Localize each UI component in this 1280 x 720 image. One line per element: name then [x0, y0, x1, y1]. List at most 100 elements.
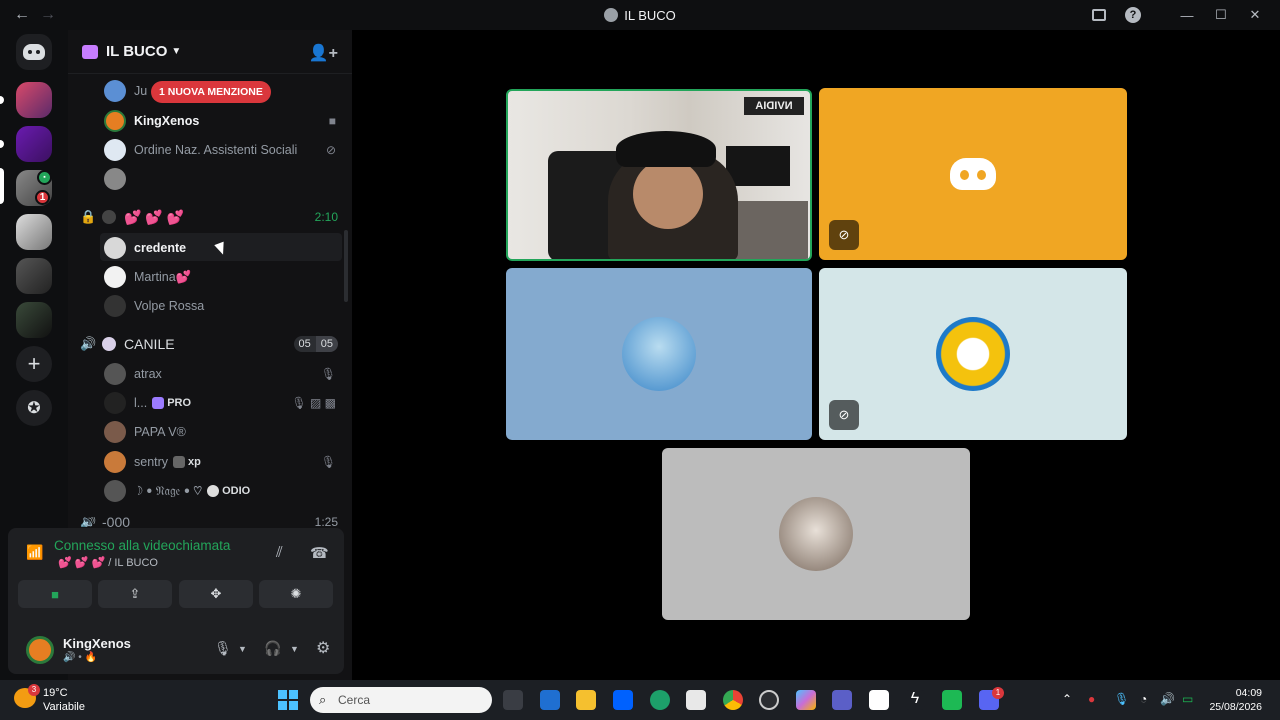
store-icon[interactable]	[686, 690, 706, 710]
system-clock[interactable]: 04:09 25/08/2026	[1209, 686, 1262, 714]
user-limit: 05 05	[293, 336, 338, 352]
server-icon-5[interactable]	[16, 258, 52, 294]
dropbox-icon[interactable]	[613, 690, 633, 710]
noise-suppression-icon[interactable]: ⫽	[276, 544, 283, 561]
camera-icon: ■	[51, 586, 59, 602]
mic-muted-icon: ⊘	[325, 143, 336, 157]
mention-badge: 1	[35, 190, 50, 205]
mic-muted-icon: ⊘	[829, 400, 859, 430]
avatar	[104, 139, 126, 161]
server-icon-4[interactable]	[16, 214, 52, 250]
obs-icon[interactable]	[759, 690, 779, 710]
video-tile-girl[interactable]	[662, 448, 970, 620]
taskbar-search[interactable]: ⌕ Cerca	[310, 687, 492, 713]
add-server-button[interactable]: +	[16, 346, 52, 382]
member-ordine[interactable]: Ordine Naz. Assistenti Sociali ⊘	[104, 137, 344, 163]
teams-icon[interactable]	[832, 690, 852, 710]
minimize-button[interactable]: —	[1170, 5, 1204, 25]
member-atrax[interactable]: atrax 🎙	[104, 361, 344, 387]
gear-icon[interactable]: ⚙	[316, 638, 330, 658]
connection-signal-icon[interactable]: 📶	[26, 544, 43, 561]
clan-tag-icon	[173, 456, 186, 468]
connection-channel[interactable]: 💕 💕 💕 / IL BUCO	[58, 556, 158, 569]
video-tile-assistenti[interactable]: ⊘	[819, 268, 1127, 440]
lock-icon: 🔒	[80, 209, 97, 224]
camera-button[interactable]: ■	[18, 580, 92, 608]
mic-tray-icon[interactable]: 🎙	[1114, 692, 1129, 706]
window-titlebar: ← → IL BUCO ? — ☐ ✕	[0, 0, 1280, 30]
headphones-icon[interactable]: 🎧	[264, 640, 281, 657]
invite-icon[interactable]: 👤+	[309, 43, 338, 63]
activities-button[interactable]: ✥	[179, 580, 253, 608]
voice-channel-next[interactable]: 🔊 -000 1:25	[80, 517, 338, 527]
member-l[interactable]: l... PRO 🎙 ▨ ▩	[104, 390, 344, 416]
user-avatar[interactable]	[26, 636, 54, 664]
chevron-down-icon[interactable]: ▼	[238, 644, 247, 654]
soundboard-button[interactable]: ✺	[259, 580, 333, 608]
server-header[interactable]: IL BUCO ▼ 👤+	[68, 30, 352, 74]
amazon-icon[interactable]	[869, 690, 889, 710]
inbox-button[interactable]	[1082, 5, 1116, 25]
chevron-down-icon: ▼	[171, 46, 182, 57]
member-kingxenos[interactable]: KingXenos ■	[104, 108, 344, 134]
new-mention-banner[interactable]: 1 NUOVA MENZIONE	[151, 81, 271, 103]
weather-badge: 3	[28, 684, 40, 696]
plus-icon: +	[27, 351, 41, 376]
disconnect-icon[interactable]: ☎	[310, 544, 329, 562]
help-button[interactable]: ?	[1116, 5, 1150, 25]
discord-notification-badge: 1	[992, 687, 1004, 699]
maximize-button[interactable]: ☐	[1204, 5, 1238, 25]
start-button[interactable]	[278, 690, 298, 710]
close-button[interactable]: ✕	[1238, 5, 1272, 25]
clan-tag: ODIO	[207, 485, 250, 497]
member-ju[interactable]: Ju	[104, 78, 147, 104]
avatar	[779, 497, 853, 571]
member-martina[interactable]: Martina💕	[104, 264, 191, 290]
channel-name: CANILE	[124, 336, 175, 352]
home-button[interactable]	[16, 34, 52, 70]
server-icon-2[interactable]	[16, 126, 52, 162]
server-icon-6[interactable]	[16, 302, 52, 338]
member-sentry[interactable]: sentry xp 🎙	[104, 449, 344, 475]
bolt-icon[interactable]: ϟ	[905, 690, 925, 710]
member-volpe-rossa[interactable]: Volpe Rossa	[104, 293, 204, 319]
voice-channel-hearts[interactable]: 🔒 💕 💕 💕 2:10	[80, 205, 338, 229]
server-icon	[604, 8, 619, 22]
avatar	[104, 110, 126, 132]
user-name[interactable]: KingXenos	[63, 636, 131, 651]
chevron-up-icon[interactable]: ⌃	[1062, 692, 1072, 706]
file-explorer-icon[interactable]	[576, 690, 596, 710]
member-papa-v[interactable]: PAPA V®	[104, 419, 186, 445]
chevron-down-icon[interactable]: ▼	[290, 644, 299, 654]
sidebar-scrollbar[interactable]	[344, 230, 348, 302]
avatar	[104, 480, 126, 502]
mail-icon[interactable]	[540, 690, 560, 710]
help-icon: ?	[1125, 7, 1141, 23]
member-credente[interactable]: credente	[104, 235, 186, 261]
explore-button[interactable]: ✪	[16, 390, 52, 426]
volume-icon[interactable]: 🔊	[1160, 692, 1175, 706]
windows-taskbar: 3 19°C Variabile ⌕ Cerca ϟ ⌃ ● 🎙 ◔ 🔊 ▭ 04…	[0, 680, 1280, 720]
microphone-icon[interactable]: 🎙	[214, 640, 232, 657]
unread-pill	[0, 140, 4, 148]
video-tile-camera[interactable]: NVIDIA	[506, 89, 812, 261]
copilot-icon[interactable]	[796, 690, 816, 710]
activities-icon: ✥	[210, 586, 222, 601]
member-nage[interactable]: ☽ ꔷ 𝔑𝔞𝔤𝔢 ꔷ ♡ ODIO	[104, 478, 250, 504]
task-view-icon[interactable]	[503, 690, 523, 710]
chat-app-icon[interactable]	[942, 690, 962, 710]
screen-share-button[interactable]: ⇪	[98, 580, 172, 608]
edge-icon[interactable]	[650, 690, 670, 710]
server-icon-1[interactable]	[16, 82, 52, 118]
video-tile-discord[interactable]: ⊘	[819, 88, 1127, 260]
connection-status[interactable]: Connesso alla videochiamata	[54, 538, 230, 553]
camera-icon: ■	[328, 114, 336, 128]
video-tile-swimmer[interactable]	[506, 268, 812, 440]
wifi-icon[interactable]: ◔	[1140, 692, 1147, 706]
vpn-icon[interactable]: ●	[1088, 692, 1095, 706]
chrome-icon[interactable]	[723, 690, 743, 710]
member-unnamed[interactable]	[104, 166, 134, 192]
activity-icons: 🎙 ▨ ▩	[291, 396, 336, 410]
voice-channel-canile[interactable]: 🔊 CANILE 05 05	[80, 332, 338, 356]
battery-icon[interactable]: ▭	[1182, 692, 1193, 706]
